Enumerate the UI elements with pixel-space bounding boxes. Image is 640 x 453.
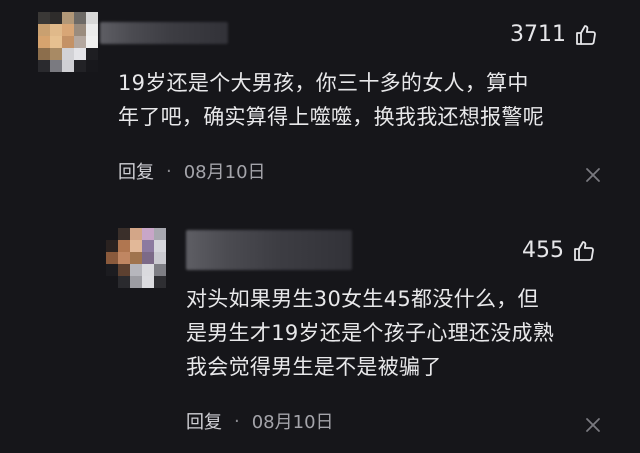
- comment-meta: 回复 · 08月10日: [118, 158, 266, 184]
- like-count: 3711: [510, 22, 566, 47]
- comment-text-line: 我会觉得男生是不是被骗了: [186, 355, 442, 379]
- comment-text: 对头如果男生30女生45都没什么，但 是男生才19岁还是个孩子心理还没成熟 我会…: [186, 282, 616, 384]
- comment-text-line: 是男生才19岁还是个孩子心理还没成熟: [186, 321, 555, 345]
- username-blurred[interactable]: [186, 230, 352, 270]
- close-icon[interactable]: [584, 166, 602, 184]
- separator: ·: [234, 410, 240, 432]
- comment-item: 455 对头如果男生30女生45都没什么，但 是男生才19岁还是个孩子心理还没成…: [0, 200, 640, 453]
- comment-date: 08月10日: [183, 162, 266, 183]
- reply-button[interactable]: 回复: [118, 158, 154, 184]
- avatar[interactable]: [38, 12, 98, 72]
- comment-date: 08月10日: [251, 412, 334, 433]
- like-button[interactable]: 3711: [510, 22, 598, 47]
- comment-text: 19岁还是个大男孩，你三十多的女人，算中 年了吧，确实算得上噬噬，换我我还想报警…: [118, 66, 618, 134]
- reply-button[interactable]: 回复: [186, 408, 222, 434]
- comment-item: 3711 19岁还是个大男孩，你三十多的女人，算中 年了吧，确实算得上噬噬，换我…: [0, 0, 640, 200]
- like-count: 455: [522, 238, 564, 263]
- avatar[interactable]: [106, 228, 166, 288]
- comment-meta: 回复 · 08月10日: [186, 408, 334, 434]
- username-blurred[interactable]: [100, 22, 228, 44]
- thumbs-up-icon: [572, 239, 596, 263]
- comment-text-line: 年了吧，确实算得上噬噬，换我我还想报警呢: [118, 105, 544, 129]
- like-button[interactable]: 455: [522, 238, 596, 263]
- thumbs-up-icon: [574, 23, 598, 47]
- comment-text-line: 19岁还是个大男孩，你三十多的女人，算中: [118, 71, 529, 95]
- close-icon[interactable]: [584, 416, 602, 434]
- separator: ·: [166, 160, 172, 182]
- comment-text-line: 对头如果男生30女生45都没什么，但: [186, 287, 539, 311]
